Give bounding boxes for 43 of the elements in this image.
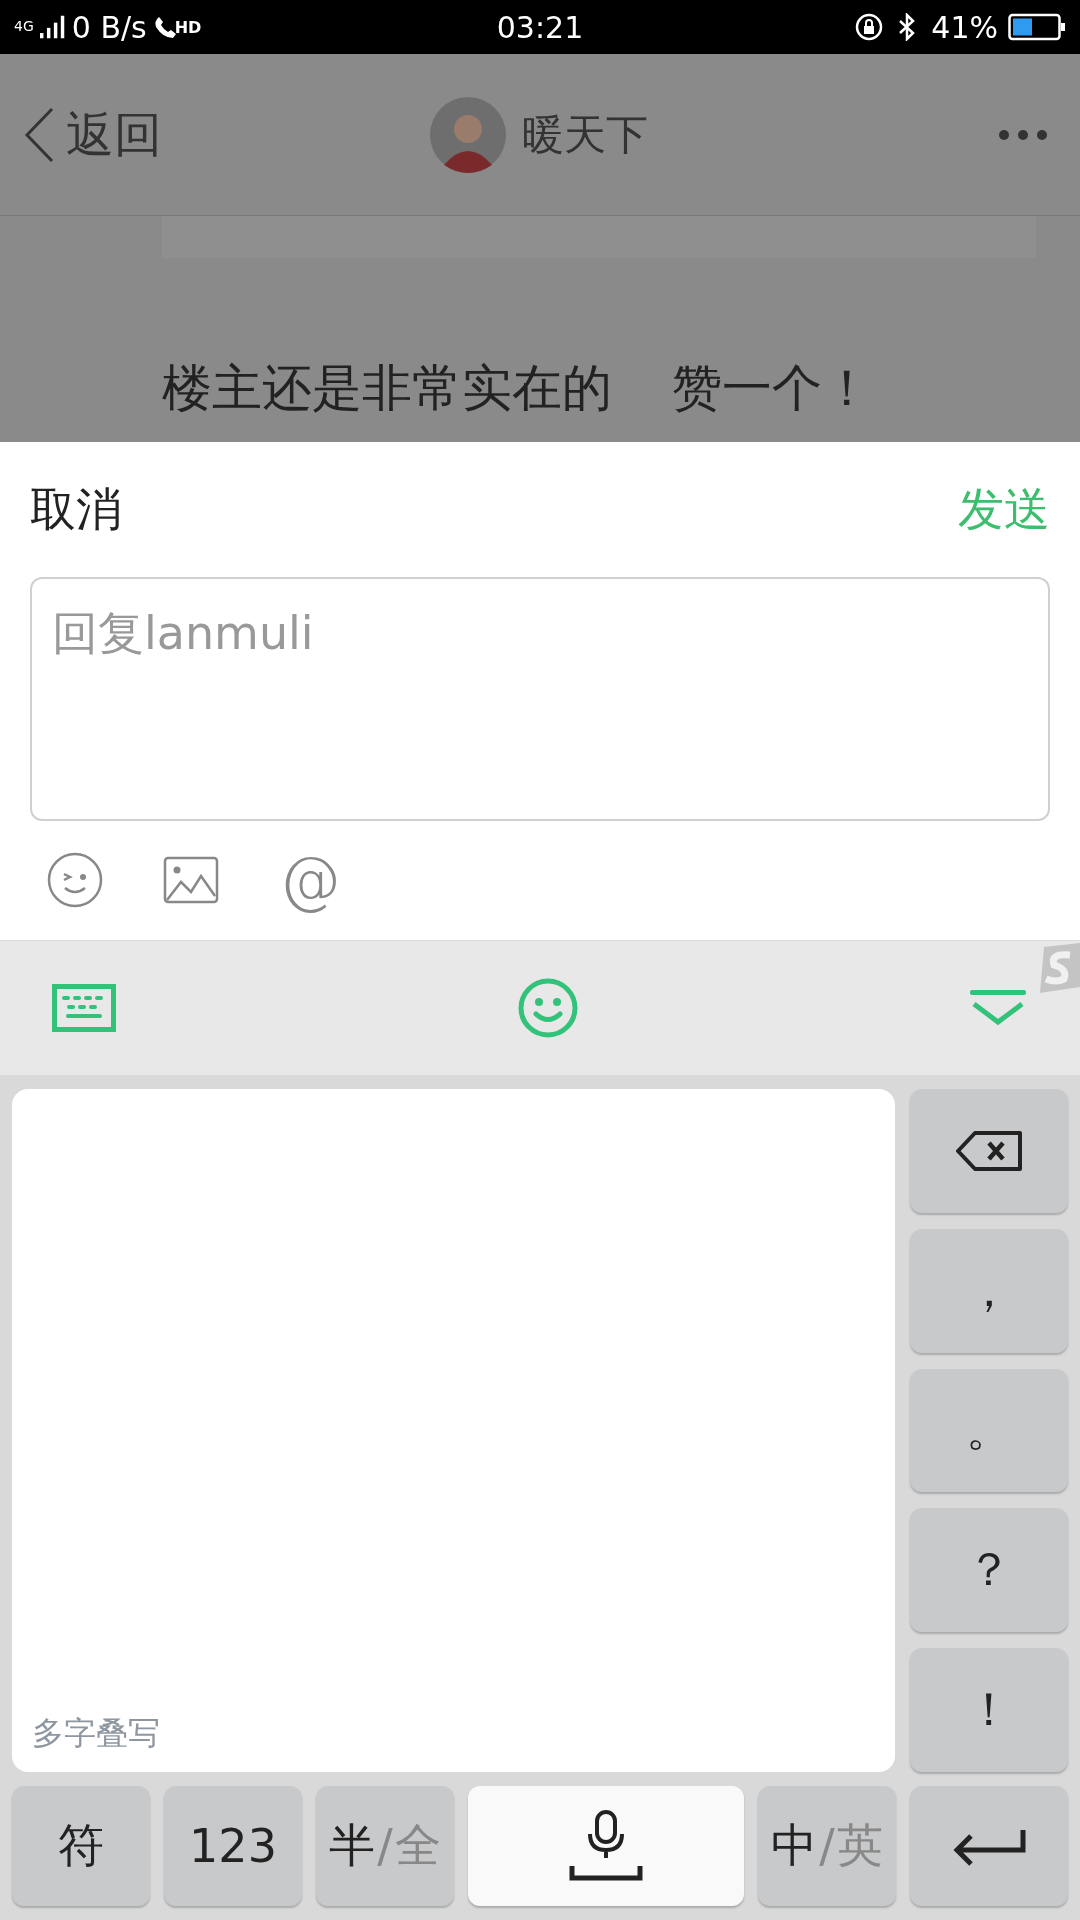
chat-title: 暖天下 <box>522 109 648 161</box>
toggle-option: 英 <box>836 1815 883 1877</box>
reply-input-field[interactable]: 回复lanmuli <box>30 577 1050 821</box>
mention-button[interactable]: @ <box>279 849 341 911</box>
toggle-option: 中 <box>771 1815 818 1877</box>
cancel-button[interactable]: 取消 <box>30 478 122 541</box>
battery-icon <box>1008 13 1066 41</box>
back-chevron-icon <box>24 106 54 163</box>
toggle-option: 半 <box>329 1815 376 1877</box>
toggle-key[interactable]: 中/英 <box>758 1786 896 1906</box>
network-speed: 0 B/s <box>71 9 147 45</box>
backspace-key[interactable] <box>910 1089 1068 1213</box>
punctuation-key[interactable]: ， <box>910 1228 1068 1353</box>
keyboard-icon[interactable] <box>52 984 116 1032</box>
toggle-key[interactable]: 半/全 <box>316 1786 454 1906</box>
wink-emoji-icon[interactable] <box>47 852 103 908</box>
battery-percent: 41% <box>931 9 998 45</box>
punctuation-key[interactable]: 。 <box>910 1368 1068 1493</box>
more-icon[interactable] <box>998 128 1048 141</box>
handwriting-hint: 多字叠写 <box>32 1713 160 1754</box>
punctuation-key[interactable]: ！ <box>910 1648 1068 1772</box>
separator-slash: / <box>377 1819 393 1873</box>
microphone-icon <box>568 1810 644 1882</box>
hd-label: HD <box>174 17 202 37</box>
rotation-lock-icon <box>855 13 884 41</box>
back-button[interactable]: 返回 <box>24 102 162 167</box>
comment-text: 楼主还是非常实在的 <box>162 358 612 418</box>
comment-text: 赞一个！ <box>672 358 872 418</box>
toggle-option: 全 <box>394 1815 441 1877</box>
back-label: 返回 <box>66 104 162 164</box>
punctuation-key[interactable]: ？ <box>910 1508 1068 1633</box>
voice-space-key[interactable] <box>468 1786 744 1906</box>
network-label: 4G <box>14 17 34 34</box>
keyboard-key[interactable]: 符 <box>12 1786 150 1906</box>
signal-icon <box>39 15 66 39</box>
avatar-icon <box>430 97 506 173</box>
smiley-icon[interactable] <box>518 978 578 1038</box>
keyboard-key[interactable]: 123 <box>164 1786 302 1906</box>
enter-key[interactable] <box>910 1786 1068 1906</box>
clock: 03:21 <box>496 9 584 45</box>
separator-slash: / <box>819 1819 835 1873</box>
collapse-chevron-icon[interactable] <box>970 990 1026 1026</box>
backspace-icon <box>955 1130 1023 1171</box>
